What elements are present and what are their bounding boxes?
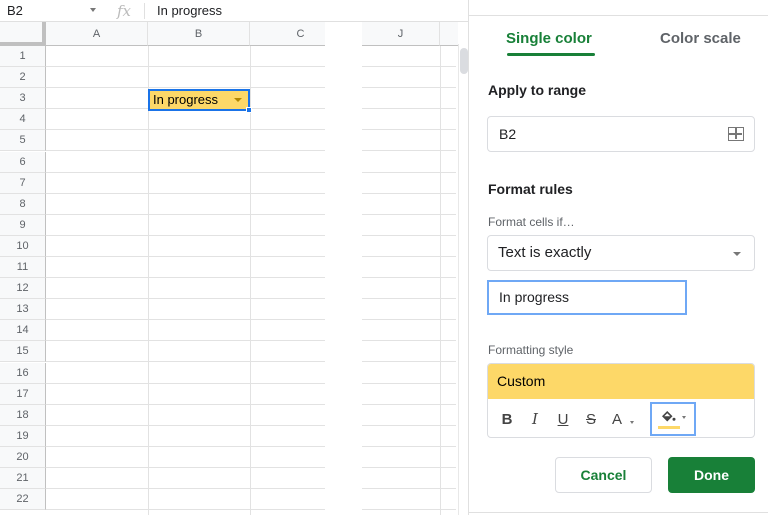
column-header-a[interactable]: A [46,22,148,46]
row-header-19[interactable]: 19 [0,425,46,447]
chevron-down-icon[interactable] [90,7,96,12]
bold-button[interactable]: B [496,411,518,428]
condition-value-input[interactable]: In progress [487,280,687,315]
sheet-row[interactable] [46,236,456,257]
fill-color-button[interactable] [650,402,696,436]
row-header-1[interactable]: 1 [0,46,46,67]
row-header-17[interactable]: 17 [0,383,46,405]
sheet-row[interactable] [46,194,456,215]
formula-bar: B2 fx In progress [0,0,468,22]
row-header-4[interactable]: 4 [0,109,46,131]
sheet-row[interactable] [46,299,456,321]
sheet-row[interactable] [46,468,456,489]
range-input[interactable]: B2 [487,116,755,152]
formatting-style-box: Custom B I U S A [487,363,755,438]
row-header-5[interactable]: 5 [0,130,46,152]
sheet-row[interactable] [46,257,456,278]
sheet-row[interactable] [46,341,456,363]
gridline [148,46,149,515]
sheets-window: B2 fx In progress A B C J 12345678910111… [0,0,768,515]
sheet-row[interactable] [46,405,456,426]
style-preview[interactable]: Custom [488,364,754,399]
sheet-grid[interactable]: A B C J 12345678910111213141516171819202… [0,22,458,515]
tab-single-color[interactable]: Single color [506,30,592,52]
conditional-format-panel: Single color Color scale Apply to range … [468,0,768,515]
column-header-b[interactable]: B [148,22,250,46]
row-header-15[interactable]: 15 [0,341,46,363]
strikethrough-button[interactable]: S [580,411,602,428]
sheet-row[interactable] [46,320,456,342]
cell-value: In progress [153,92,219,107]
divider [469,512,768,513]
formula-input[interactable]: In progress [144,2,222,19]
italic-button[interactable]: I [524,410,546,428]
column-header-next[interactable] [440,22,458,46]
tab-color-scale[interactable]: Color scale [660,30,741,52]
gridline [250,46,251,515]
row-header-13[interactable]: 13 [0,299,46,321]
hidden-columns-gap [325,22,362,515]
divider [469,15,768,16]
sheet-row[interactable] [46,426,456,447]
underline-button[interactable]: U [552,411,574,428]
row-header-22[interactable]: 22 [0,489,46,511]
format-rules-label: Format rules [488,181,573,197]
vertical-scrollbar[interactable] [458,44,468,515]
chevron-down-icon [682,416,686,419]
fx-icon: fx [116,1,131,20]
text-color-button[interactable]: A [606,411,628,428]
sheet-row[interactable] [46,384,456,405]
row-header-8[interactable]: 8 [0,193,46,215]
fill-color-swatch [658,426,680,429]
sheet-row[interactable] [46,363,456,384]
done-button[interactable]: Done [668,457,755,493]
name-box[interactable]: B2 [0,0,104,22]
row-header-7[interactable]: 7 [0,172,46,194]
chevron-down-icon [630,420,634,424]
condition-select[interactable]: Text is exactly [487,235,755,271]
selected-cell-b2[interactable]: In progress [148,89,252,113]
column-header-j[interactable]: J [362,22,440,46]
select-range-icon[interactable] [728,127,744,141]
sheet-row[interactable] [46,489,456,511]
row-header-18[interactable]: 18 [0,404,46,426]
style-toolbar: B I U S A [488,399,754,437]
range-value: B2 [499,126,517,142]
sheet-row[interactable] [46,278,456,300]
row-header-21[interactable]: 21 [0,468,46,489]
row-header-11[interactable]: 11 [0,257,46,278]
chevron-down-icon [733,252,741,256]
sheet-row[interactable] [46,215,456,236]
dropdown-chip-icon[interactable] [234,98,242,102]
sheet-row[interactable] [46,67,456,89]
row-header-14[interactable]: 14 [0,320,46,342]
apply-to-range-label: Apply to range [488,82,587,98]
format-cells-if-label: Format cells if… [488,215,575,229]
row-header-9[interactable]: 9 [0,214,46,236]
row-header-20[interactable]: 20 [0,446,46,468]
condition-value: Text is exactly [498,244,592,261]
select-all-corner[interactable] [0,22,46,46]
sheet-row[interactable] [46,173,456,194]
row-header-6[interactable]: 6 [0,151,46,173]
formatting-style-label: Formatting style [488,343,574,357]
row-header-10[interactable]: 10 [0,235,46,257]
sheet-row[interactable] [46,447,456,468]
fill-handle[interactable] [246,107,252,113]
row-header-2[interactable]: 2 [0,67,46,89]
sheet-row[interactable] [46,152,456,173]
sheet-row[interactable] [46,46,456,67]
row-header-3[interactable]: 3 [0,88,46,110]
scrollbar-thumb[interactable] [460,48,468,74]
active-tab-indicator [507,53,595,56]
cancel-button[interactable]: Cancel [555,457,652,493]
sheet-row[interactable] [46,130,456,152]
name-box-value: B2 [7,3,23,18]
paint-bucket-icon [662,411,676,422]
gridline [440,46,441,515]
row-header-16[interactable]: 16 [0,362,46,384]
row-header-12[interactable]: 12 [0,278,46,300]
